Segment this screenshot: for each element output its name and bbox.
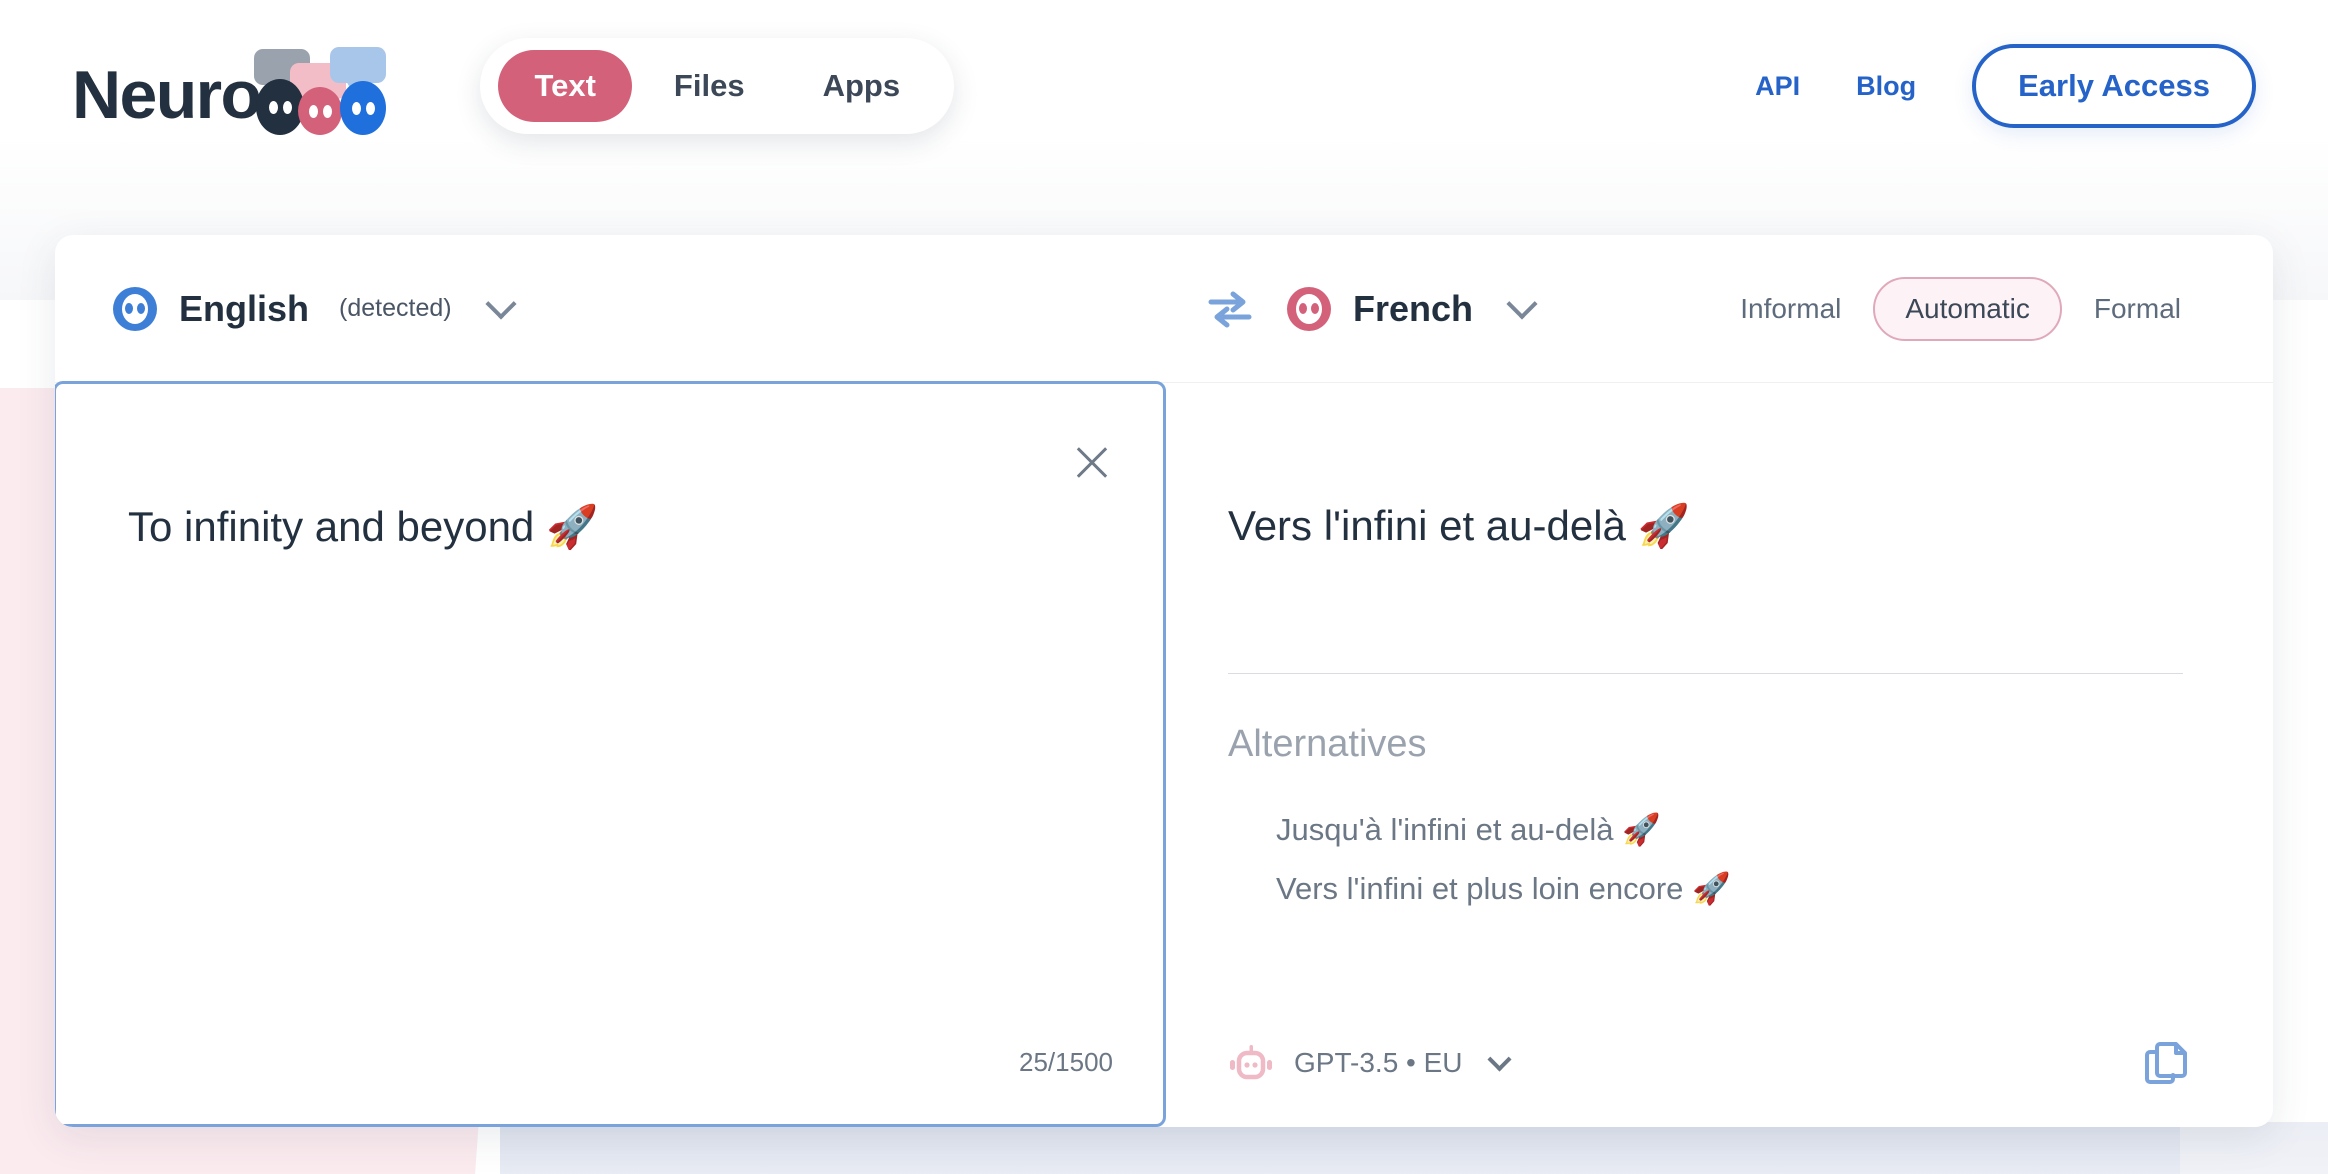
logo-face-rose [298,87,343,135]
logo[interactable]: Neuro [72,47,394,135]
page-root: Neuro Text Files Apps API Blog Early Acc… [0,0,2328,1174]
logo-face-blue [340,81,387,135]
chevron-down-icon [1506,287,1538,320]
chevron-down-icon [485,287,517,320]
translation-output: Vers l'infini et au-delà 🚀 [1228,502,1690,549]
alternatives-heading: Alternatives [1228,723,1427,765]
output-divider [1228,673,2183,674]
language-face-rose-icon [1287,286,1331,331]
target-language-label: French [1353,287,1474,329]
alternatives-list: Jusqu'à l'infini et au-delà 🚀 Vers l'inf… [1276,811,1731,907]
formality-toggle: Informal Automatic Formal [1708,276,2213,341]
robot-icon [1230,1045,1272,1080]
model-label: GPT-3.5 • EU [1294,1047,1463,1078]
source-language-label: English [179,287,310,329]
logo-bubbles-icon [254,47,394,135]
nav-tab-apps[interactable]: Apps [787,50,937,122]
background-bottom-gradient [500,1122,2200,1174]
nav-tab-text[interactable]: Text [498,50,632,122]
target-language-selector[interactable]: French [1287,286,1538,331]
formality-option-formal[interactable]: Formal [2062,277,2213,341]
language-face-blue-icon [113,286,157,331]
logo-wordmark: Neuro [72,57,262,133]
chevron-down-icon [1487,1046,1512,1072]
nav-tab-files[interactable]: Files [638,50,781,122]
character-counter: 25/1500 [1019,1047,1113,1077]
target-pane: Vers l'infini et au-delà 🚀 Alternatives … [1166,383,2273,1127]
translator-card: English (detected) French Informal Autom… [55,235,2273,1127]
model-selector[interactable]: GPT-3.5 • EU [1228,1043,1512,1083]
swap-languages-button[interactable] [1200,279,1260,339]
nav-link-blog[interactable]: Blog [1856,71,1916,102]
source-language-detected-note: (detected) [339,294,452,322]
copy-translation-button[interactable] [2141,1037,2193,1089]
translator-panes: To infinity and beyond 🚀 25/1500 Vers l'… [55,381,2273,1127]
background-bottom-right-gradient [2180,1122,2328,1174]
header-actions: API Blog Early Access [1755,44,2256,128]
formality-option-automatic[interactable]: Automatic [1873,276,2062,341]
formality-option-informal[interactable]: Informal [1708,277,1873,341]
source-pane[interactable]: To infinity and beyond 🚀 25/1500 [55,381,1166,1127]
main-nav: Text Files Apps [480,38,955,134]
clear-source-button[interactable] [1069,440,1115,486]
swap-arrows-icon [1208,291,1252,327]
source-language-selector[interactable]: English (detected) [113,286,517,331]
nav-link-api[interactable]: API [1755,71,1800,102]
source-text-input[interactable]: To infinity and beyond 🚀 [128,499,1053,556]
site-header: Neuro Text Files Apps API Blog Early Acc… [0,0,2328,172]
early-access-button[interactable]: Early Access [1972,44,2256,128]
logo-bubble-blue [330,47,387,96]
logo-face-dark [256,79,305,135]
translator-toolbar: English (detected) French Informal Autom… [55,235,2273,383]
alternative-item[interactable]: Jusqu'à l'infini et au-delà 🚀 [1276,811,1731,848]
alternative-item[interactable]: Vers l'infini et plus loin encore 🚀 [1276,870,1731,907]
copy-icon [2145,1042,2187,1084]
